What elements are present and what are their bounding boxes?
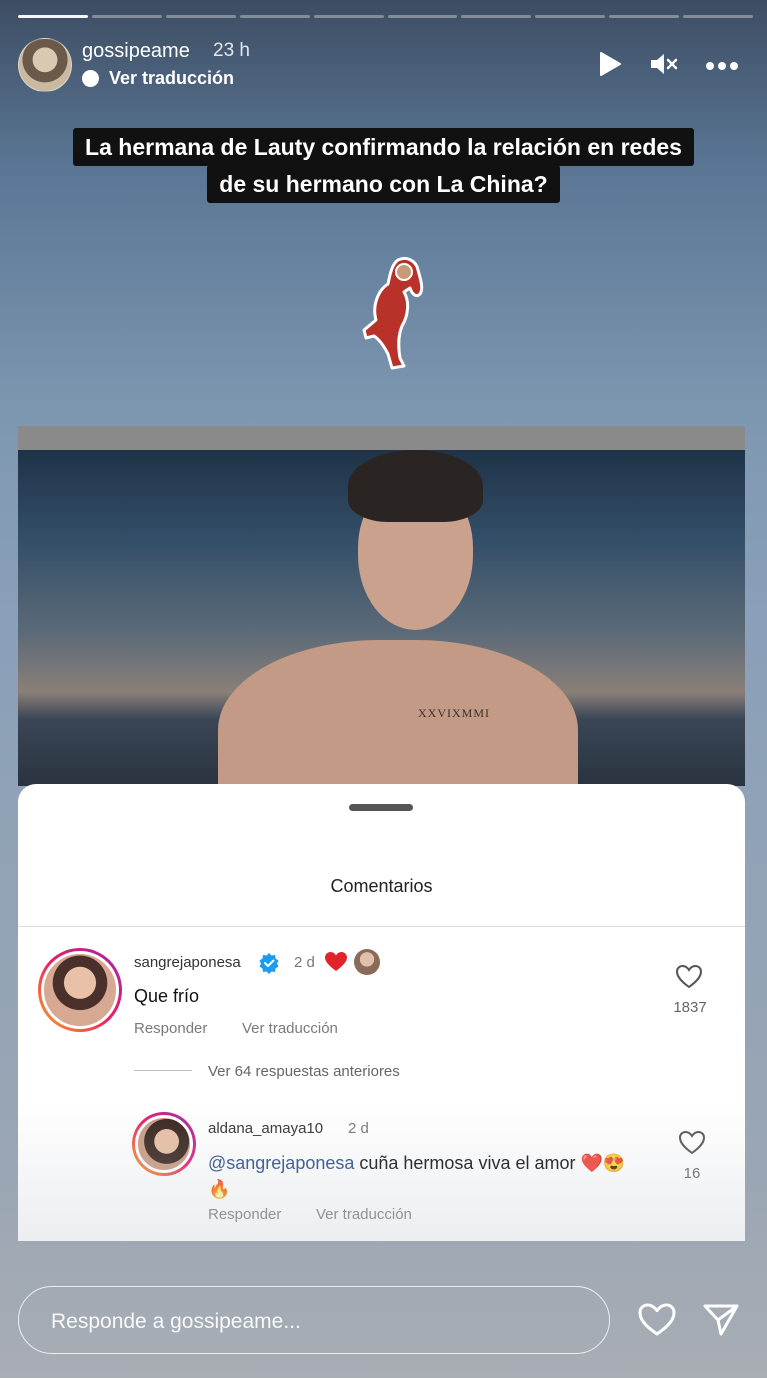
- red-heart-icon: [324, 951, 348, 978]
- caption-line-1: La hermana de Lauty confirmando la relac…: [73, 128, 694, 166]
- progress-segment: [609, 15, 680, 18]
- verified-badge-icon: [258, 952, 280, 979]
- story-header: gossipeame 23 h Ver traducción: [18, 36, 749, 92]
- progress-segment: [18, 15, 88, 18]
- translate-label: Ver traducción: [109, 68, 235, 88]
- reply-translate-button[interactable]: Ver traducción: [316, 1206, 412, 1223]
- reply-body-line2: 🔥: [208, 1179, 231, 1199]
- progress-segment: [461, 15, 532, 18]
- reply-time: 2 d: [348, 1120, 369, 1137]
- comments-sheet: Comentarios sangrejaponesa 2 d Que frío …: [18, 784, 745, 1241]
- story-username[interactable]: gossipeame: [82, 40, 190, 63]
- comment-username[interactable]: sangrejaponesa: [134, 954, 241, 971]
- progress-segment: [683, 15, 754, 18]
- translate-icon: [82, 70, 99, 87]
- comment-text: Que frío: [134, 986, 200, 1006]
- like-reply-icon[interactable]: [678, 1130, 706, 1161]
- person-hair: [348, 450, 483, 522]
- heart-icon[interactable]: [637, 1302, 677, 1343]
- dancing-girl-sticker: [362, 256, 424, 370]
- comment-like-count: 1837: [673, 999, 707, 1016]
- shared-post[interactable]: XXVIXMMI: [18, 426, 745, 786]
- translate-link[interactable]: Ver traducción: [82, 68, 234, 89]
- reply-username[interactable]: aldana_amaya10: [208, 1120, 323, 1137]
- person-body: [218, 640, 578, 786]
- caption-line-2: de su hermano con La China?: [207, 165, 560, 203]
- sheet-handle[interactable]: [349, 804, 413, 811]
- comment-avatar[interactable]: [38, 948, 122, 1032]
- reply-reply-button[interactable]: Responder: [208, 1206, 281, 1223]
- creator-liked-avatar: [354, 949, 380, 975]
- sheet-title: Comentarios: [330, 876, 433, 896]
- story-time: 23 h: [213, 40, 250, 61]
- replies-divider: [134, 1070, 192, 1071]
- comment-time: 2 d: [294, 954, 315, 971]
- story-reply-input[interactable]: Responde a gossipeame...: [18, 1286, 610, 1354]
- reply-text: @sangrejaponesa cuña hermosa viva el amo…: [208, 1150, 648, 1202]
- progress-segment: [91, 15, 162, 18]
- progress-segment: [535, 15, 606, 18]
- reply-like-count: 16: [683, 1165, 701, 1182]
- translate-button[interactable]: Ver traducción: [242, 1020, 338, 1037]
- view-replies-button[interactable]: Ver 64 respuestas anteriores: [208, 1063, 400, 1080]
- story-progress: [18, 15, 754, 19]
- chest-tattoo: XXVIXMMI: [418, 706, 490, 720]
- reply-button[interactable]: Responder: [134, 1020, 207, 1037]
- send-icon[interactable]: [702, 1302, 740, 1343]
- post-photo: XXVIXMMI: [18, 450, 745, 786]
- more-icon[interactable]: [705, 58, 739, 76]
- progress-segment: [313, 15, 384, 18]
- progress-segment: [165, 15, 236, 18]
- progress-segment: [387, 15, 458, 18]
- like-comment-icon[interactable]: [675, 964, 703, 995]
- story-caption: La hermana de Lauty confirmando la relac…: [0, 128, 767, 203]
- progress-segment: [239, 15, 310, 18]
- reply-placeholder: Responde a gossipeame...: [51, 1310, 301, 1333]
- reply-body: cuña hermosa viva el amor ❤️😍: [354, 1153, 626, 1173]
- reply-mention[interactable]: @sangrejaponesa: [208, 1153, 354, 1173]
- avatar[interactable]: [18, 38, 72, 92]
- mute-icon[interactable]: [649, 50, 679, 83]
- divider: [18, 926, 745, 927]
- reply-avatar[interactable]: [132, 1112, 196, 1176]
- play-icon[interactable]: [597, 50, 623, 83]
